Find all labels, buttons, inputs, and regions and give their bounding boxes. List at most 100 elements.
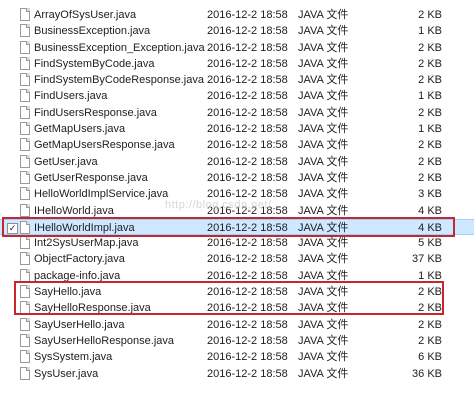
file-size: 36 KB — [412, 367, 442, 380]
file-row[interactable]: package-info.java 2016-12-2 18:58 JAVA 文件 1… — [0, 268, 474, 284]
file-modified-date: 2016-12-2 18:58 — [207, 237, 288, 250]
file-row[interactable]: ArrayOfSysUser.java 2016-12-2 18:58 JAVA 文… — [0, 7, 474, 23]
file-type: JAVA 文件 — [298, 155, 349, 168]
file-size: 2 KB — [418, 286, 442, 299]
file-type: JAVA 文件 — [298, 9, 349, 21]
file-size: 2 KB — [418, 155, 442, 168]
file-type: JAVA 文件 — [298, 90, 349, 103]
checkbox-checked-icon[interactable]: ✓ — [7, 222, 18, 234]
java-file-icon — [20, 105, 30, 119]
file-row[interactable]: GetMapUsers.java 2016-12-2 18:58 JAVA 文件 1 … — [0, 121, 474, 137]
file-type: JAVA 文件 — [298, 237, 349, 250]
java-file-icon — [20, 268, 30, 282]
file-modified-date: 2016-12-2 18:58 — [207, 106, 288, 119]
file-type: JAVA 文件 — [298, 57, 349, 70]
java-file-icon — [20, 170, 30, 184]
file-size: 2 KB — [418, 74, 442, 87]
file-row[interactable]: FindSystemByCode.java 2016-12-2 18:58 JAVA… — [0, 56, 474, 72]
java-file-icon — [20, 8, 30, 21]
file-size: 2 KB — [418, 9, 442, 21]
file-row[interactable]: ✓ IHelloWorldImpl.java 2016-12-2 18:58 JAVA… — [0, 218, 474, 236]
file-modified-date: 2016-12-2 18:58 — [207, 367, 288, 380]
file-row[interactable]: FindSystemByCodeResponse.java 2016-12-2 1… — [0, 72, 474, 88]
file-size: 3 KB — [418, 188, 442, 201]
file-size: 1 KB — [418, 25, 442, 38]
java-file-icon — [20, 154, 30, 168]
file-modified-date: 2016-12-2 18:58 — [207, 286, 288, 299]
java-file-icon — [20, 317, 30, 331]
file-modified-date: 2016-12-2 18:58 — [207, 253, 288, 266]
file-row[interactable]: SysSystem.java 2016-12-2 18:58 JAVA 文件 6 KB — [0, 349, 474, 365]
file-name: GetUserResponse.java — [34, 171, 148, 184]
java-file-icon — [20, 203, 30, 217]
file-modified-date: 2016-12-2 18:58 — [207, 123, 288, 136]
file-name: GetUser.java — [34, 155, 98, 168]
file-row[interactable]: FindUsersResponse.java 2016-12-2 18:58 JAV… — [0, 105, 474, 121]
file-size: 2 KB — [418, 334, 442, 347]
file-row[interactable]: SayHelloResponse.java 2016-12-2 18:58 JAVA… — [0, 300, 474, 316]
file-modified-date: 2016-12-2 18:58 — [207, 204, 288, 217]
file-row[interactable]: BusinessException.java 2016-12-2 18:58 JAV… — [0, 23, 474, 39]
file-size: 2 KB — [418, 302, 442, 315]
file-row[interactable]: FindUsers.java 2016-12-2 18:58 JAVA 文件 1 KB — [0, 88, 474, 104]
file-row[interactable]: GetUserResponse.java 2016-12-2 18:58 JAVA … — [0, 170, 474, 186]
file-name: ArrayOfSysUser.java — [34, 9, 137, 21]
java-file-icon — [20, 40, 30, 54]
file-modified-date: 2016-12-2 18:58 — [207, 171, 288, 184]
file-row[interactable]: SayUserHelloResponse.java 2016-12-2 18:58… — [0, 333, 474, 349]
file-type: JAVA 文件 — [298, 25, 349, 38]
file-name: SayUserHello.java — [34, 318, 125, 331]
file-row[interactable]: Int2SysUserMap.java 2016-12-2 18:58 JAVA 文… — [0, 235, 474, 251]
file-type: JAVA 文件 — [298, 139, 349, 152]
file-modified-date: 2016-12-2 18:58 — [207, 57, 288, 70]
file-row[interactable]: GetMapUsersResponse.java 2016-12-2 18:58 J… — [0, 137, 474, 153]
file-name: BusinessException.java — [34, 25, 151, 38]
java-file-icon — [20, 89, 30, 103]
file-row[interactable]: SysUser.java 2016-12-2 18:58 JAVA 文件 36 KB — [0, 366, 474, 382]
file-row[interactable]: GetUser.java 2016-12-2 18:58 JAVA 文件 2 KB — [0, 154, 474, 170]
file-size: 1 KB — [418, 269, 442, 282]
file-type: JAVA 文件 — [298, 302, 349, 315]
file-name: FindSystemByCodeResponse.java — [34, 74, 204, 87]
file-name: BusinessException_Exception.java — [34, 41, 205, 54]
file-size: 37 KB — [412, 253, 442, 266]
java-file-icon — [20, 301, 30, 315]
java-file-icon — [20, 24, 30, 38]
file-name: IHelloWorldImpl.java — [34, 221, 135, 234]
file-size: 4 KB — [418, 204, 442, 217]
file-type: JAVA 文件 — [298, 106, 349, 119]
file-name: IHelloWorld.java — [34, 204, 114, 217]
java-file-icon — [20, 73, 30, 87]
file-modified-date: 2016-12-2 18:58 — [207, 139, 288, 152]
file-name: package-info.java — [34, 269, 121, 282]
file-size: 2 KB — [418, 171, 442, 184]
file-modified-date: 2016-12-2 18:58 — [207, 221, 288, 234]
file-name: GetMapUsersResponse.java — [34, 139, 175, 152]
file-row[interactable]: BusinessException_Exception.java 2016-12-… — [0, 40, 474, 56]
file-name: FindUsersResponse.java — [34, 106, 157, 119]
file-row[interactable]: IHelloWorld.java 2016-12-2 18:58 JAVA 文件 4 … — [0, 203, 474, 219]
java-file-icon — [20, 220, 30, 234]
file-name: FindSystemByCode.java — [34, 57, 155, 70]
file-size: 2 KB — [418, 318, 442, 331]
file-modified-date: 2016-12-2 18:58 — [207, 318, 288, 331]
file-size: 1 KB — [418, 90, 442, 103]
file-modified-date: 2016-12-2 18:58 — [207, 9, 288, 21]
file-type: JAVA 文件 — [298, 74, 349, 87]
file-size: 2 KB — [418, 41, 442, 54]
file-type: JAVA 文件 — [298, 286, 349, 299]
file-row[interactable]: HelloWorldImplService.java 2016-12-2 18:5… — [0, 186, 474, 202]
file-row[interactable]: SayHello.java 2016-12-2 18:58 JAVA 文件 2 KB — [0, 284, 474, 300]
file-row[interactable]: SayUserHello.java 2016-12-2 18:58 JAVA 文件 2… — [0, 317, 474, 333]
file-modified-date: 2016-12-2 18:58 — [207, 41, 288, 54]
file-name: GetMapUsers.java — [34, 123, 126, 136]
file-type: JAVA 文件 — [298, 318, 349, 331]
file-name: SayHello.java — [34, 286, 102, 299]
file-type: JAVA 文件 — [298, 221, 349, 234]
java-file-icon — [20, 252, 30, 266]
file-name: SayHelloResponse.java — [34, 302, 151, 315]
file-type: JAVA 文件 — [298, 351, 349, 364]
java-file-icon — [20, 285, 30, 299]
file-name: Int2SysUserMap.java — [34, 237, 139, 250]
file-row[interactable]: ObjectFactory.java 2016-12-2 18:58 JAVA 文件… — [0, 251, 474, 267]
